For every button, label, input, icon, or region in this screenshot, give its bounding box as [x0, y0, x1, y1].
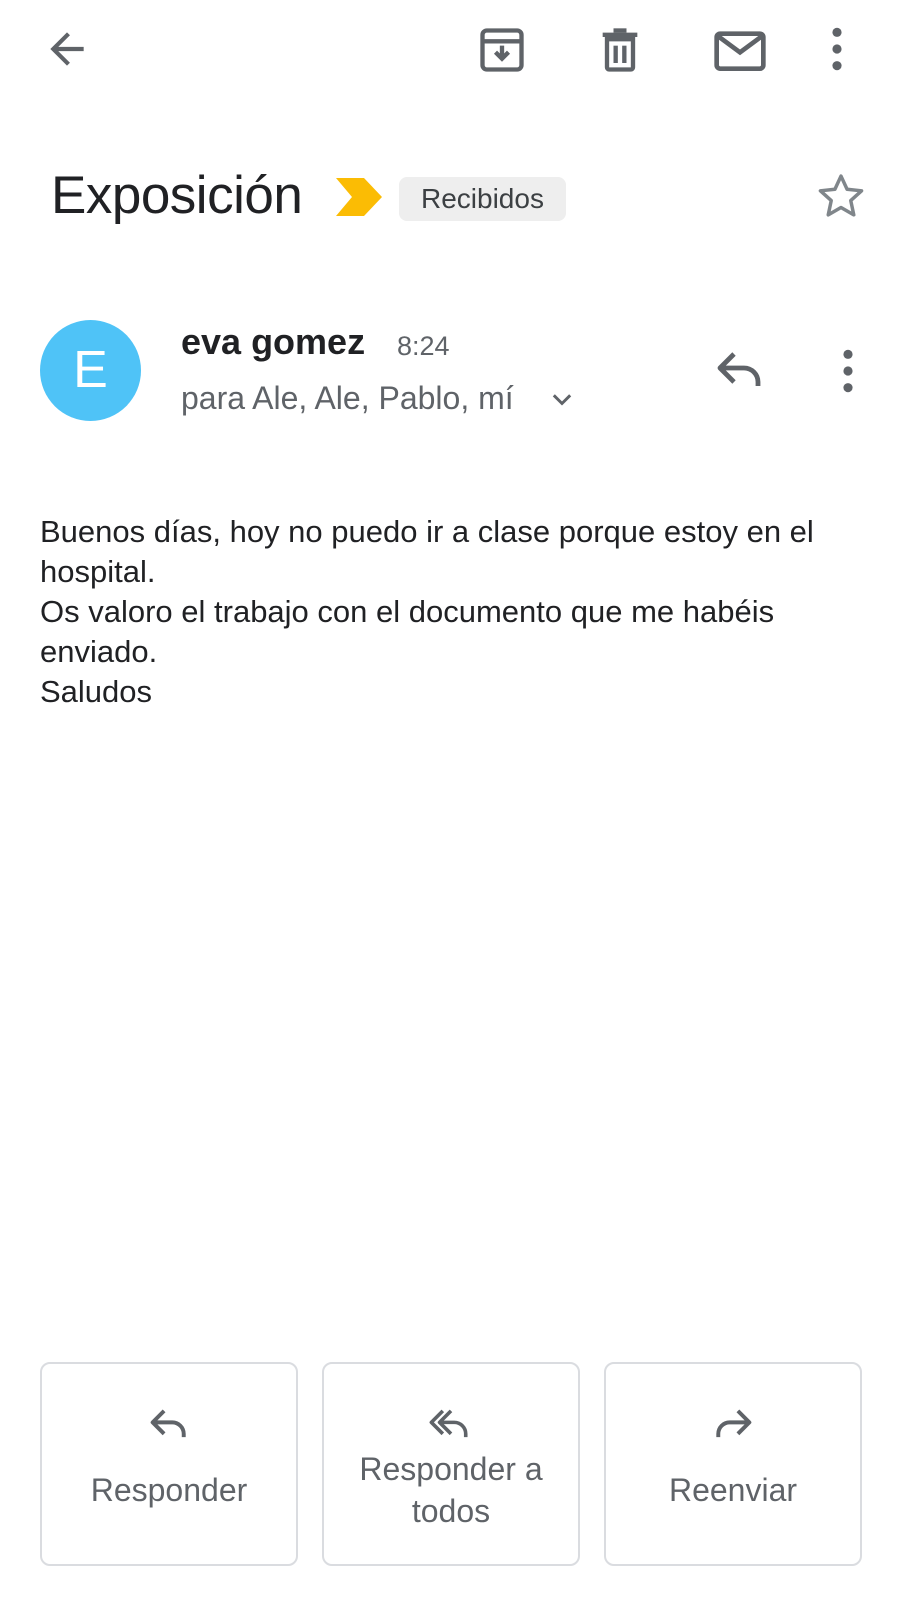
sender-avatar[interactable]: E [40, 320, 141, 421]
body-line: Buenos días, hoy no puedo ir a clase por… [40, 514, 814, 589]
reply-all-label-line: todos [411, 1493, 491, 1529]
reply-all-button[interactable]: Responder a todos [322, 1362, 580, 1566]
body-line: Os valoro el trabajo con el documento qu… [40, 594, 775, 669]
reply-button-label: Responder [90, 1472, 248, 1508]
reply-icon[interactable] [714, 348, 766, 392]
message-body: Buenos días, hoy no puedo ir a clase por… [40, 512, 870, 712]
star-icon[interactable] [815, 170, 867, 222]
reply-all-button-label: Responder a todos [324, 1448, 578, 1532]
chevron-down-icon[interactable] [548, 388, 576, 412]
body-line: Saludos [40, 674, 153, 709]
label-chip-inbox[interactable]: Recibidos [399, 177, 566, 221]
delete-icon[interactable] [594, 24, 646, 76]
more-vert-icon[interactable] [835, 346, 861, 396]
message-time: 8:24 [397, 331, 450, 361]
more-vert-icon[interactable] [824, 24, 850, 74]
reply-all-icon [429, 1406, 473, 1442]
recipients-summary[interactable]: para Ale, Ale, Pablo, mí [181, 377, 514, 419]
reply-all-label-line: Responder a [359, 1451, 543, 1487]
email-subject: Exposición [51, 166, 303, 225]
back-arrow-icon[interactable] [42, 24, 92, 74]
importance-marker-icon[interactable] [336, 178, 382, 216]
mark-unread-icon[interactable] [712, 24, 768, 76]
forward-icon [711, 1406, 755, 1442]
forward-button[interactable]: Reenviar [604, 1362, 862, 1566]
reply-icon [147, 1406, 191, 1442]
reply-button[interactable]: Responder [40, 1362, 298, 1566]
archive-icon[interactable] [476, 24, 528, 76]
sender-name[interactable]: eva gomez [181, 320, 365, 364]
forward-button-label: Reenviar [668, 1472, 798, 1508]
